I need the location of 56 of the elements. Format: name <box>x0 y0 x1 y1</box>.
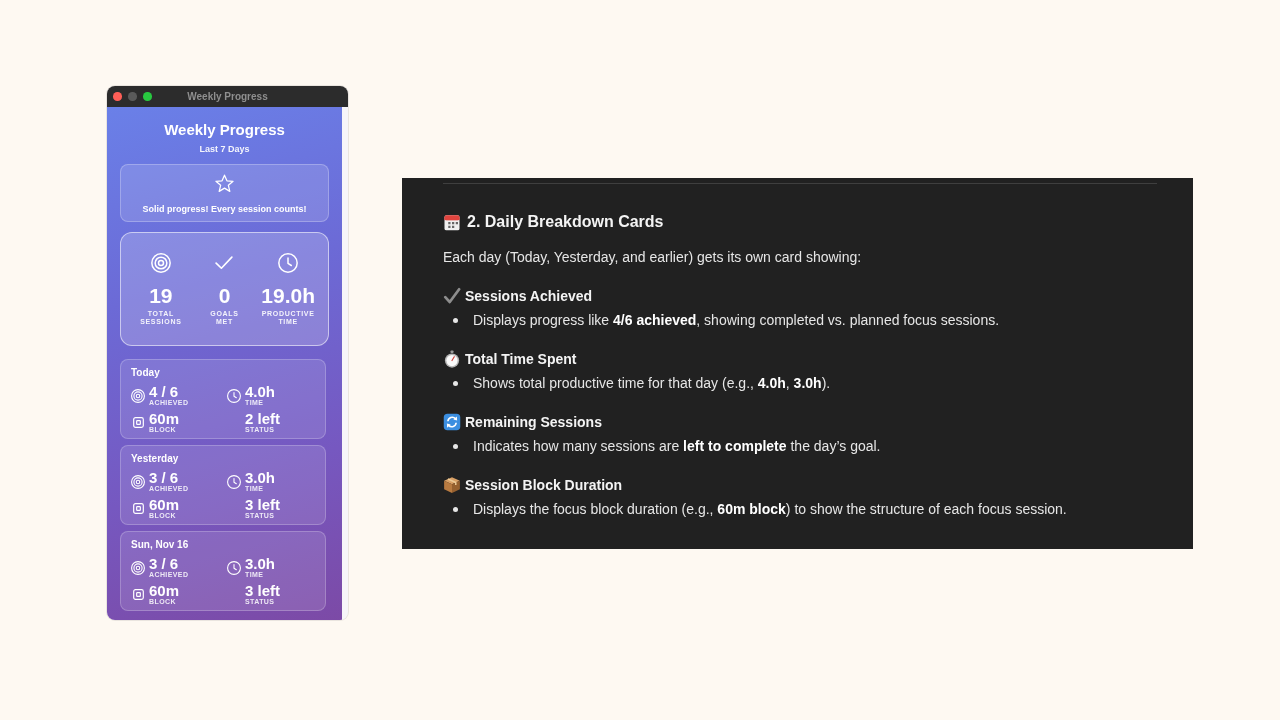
message-text: Solid progress! Every session counts! <box>142 203 307 215</box>
feature-title: Session Block Duration <box>465 476 623 495</box>
target-icon <box>131 388 145 403</box>
clock-icon <box>278 253 299 273</box>
metric-value: 2 left <box>245 411 280 426</box>
app-title: Weekly Progress <box>163 120 286 140</box>
bullet-text: Indicates how many sessions are left to complete the day’s goal. <box>473 437 881 456</box>
bullet-icon <box>453 317 458 323</box>
metric-value: 3 left <box>245 583 280 598</box>
close-button[interactable] <box>113 92 122 101</box>
target-icon <box>150 253 171 273</box>
clock-icon <box>227 388 241 403</box>
square-icon <box>132 503 144 514</box>
package-icon <box>443 476 461 494</box>
metric-value: 60m <box>149 583 180 598</box>
check-mark-icon <box>443 287 461 305</box>
window-title: Weekly Progress <box>187 91 268 102</box>
star-icon <box>215 174 234 193</box>
stat-value: 19.0h <box>261 285 315 307</box>
bullet-icon <box>453 380 458 386</box>
bullet-icon <box>453 443 458 449</box>
stat-value: 19 <box>149 285 173 307</box>
bullet-icon <box>453 506 458 512</box>
app-subtitle: Last 7 Days <box>198 143 251 155</box>
clock-icon <box>227 560 241 575</box>
metric-value: 3.0h <box>245 556 275 571</box>
feature-title: Sessions Achieved <box>465 287 593 306</box>
intro-text: Each day (Today, Yesterday, and earlier) gets its own card showing: <box>443 248 863 267</box>
metric-value: 3 left <box>245 497 280 512</box>
metric-value: 4.0h <box>245 384 275 399</box>
cycle-arrows-icon <box>443 413 461 431</box>
target-icon <box>131 560 145 575</box>
feature-title: Total Time Spent <box>465 350 577 369</box>
metric-value: 60m <box>149 497 180 512</box>
calendar-icon <box>443 213 461 231</box>
feature-title: Remaining Sessions <box>465 413 602 432</box>
metric-value: 3.0h <box>245 470 275 485</box>
clock-icon <box>227 474 241 489</box>
target-icon <box>131 474 145 489</box>
check-icon <box>215 256 234 270</box>
square-icon <box>132 589 144 600</box>
bullet-text: Shows total productive time for that day (e.g., 4.0h, 3.0h). <box>473 374 831 393</box>
day-title: Today <box>131 367 161 379</box>
section-heading: 2. Daily Breakdown Cards <box>467 212 664 232</box>
day-title: Sun, Nov 16 <box>131 539 190 551</box>
day-title: Yesterday <box>131 453 180 465</box>
stat-value: 0 <box>218 285 231 307</box>
bullet-text: Displays the focus block duration (e.g., 60m block) to show the structure of each focus session. <box>473 500 1067 519</box>
metric-value: 3 / 6 <box>149 470 180 485</box>
zoom-button[interactable] <box>143 92 152 101</box>
metric-value: 4 / 6 <box>149 384 180 399</box>
stopwatch-icon <box>443 350 461 368</box>
square-icon <box>132 417 144 428</box>
metric-value: 60m <box>149 411 180 426</box>
metric-value: 3 / 6 <box>149 556 180 571</box>
bullet-text: Displays progress like 4/6 achieved, showing completed vs. planned focus sessions. <box>473 311 1000 330</box>
